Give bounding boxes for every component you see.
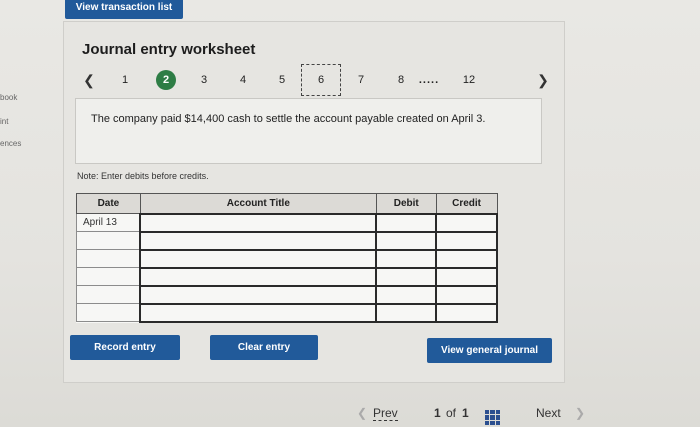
view-transaction-list-button[interactable]: View transaction list	[65, 0, 183, 19]
date-cell[interactable]	[76, 249, 141, 268]
note-text: Note: Enter debits before credits.	[77, 171, 209, 181]
journal-table: Date Account Title Debit Credit April 13	[76, 193, 498, 323]
page-7[interactable]: 7	[354, 68, 368, 92]
header-account-title: Account Title	[139, 193, 377, 214]
debit-input[interactable]	[375, 302, 438, 323]
debit-input[interactable]	[375, 212, 438, 233]
page-1[interactable]: 1	[118, 68, 132, 92]
chevron-left-icon[interactable]: ❮	[82, 68, 96, 92]
credit-input[interactable]	[435, 230, 498, 251]
page-4[interactable]: 4	[236, 68, 250, 92]
description-text: The company paid $14,400 cash to settle …	[91, 113, 486, 125]
table-row	[76, 302, 498, 323]
account-title-input[interactable]	[139, 212, 378, 233]
page-ellipsis: .....	[418, 74, 440, 86]
date-cell[interactable]: April 13	[76, 213, 141, 232]
table-row	[76, 266, 498, 287]
view-general-journal-button[interactable]: View general journal	[427, 338, 552, 363]
account-title-input[interactable]	[139, 284, 378, 305]
sidebar-item-print[interactable]: int	[0, 117, 8, 126]
sidebar: book int ences	[0, 0, 40, 427]
account-title-input[interactable]	[139, 266, 378, 287]
table-row: April 13	[76, 212, 498, 233]
table-row	[76, 230, 498, 251]
header-credit: Credit	[435, 193, 498, 214]
header-date: Date	[76, 193, 141, 214]
header-debit: Debit	[375, 193, 437, 214]
date-cell[interactable]	[76, 231, 141, 250]
debit-input[interactable]	[375, 230, 438, 251]
page-2-active[interactable]: 2	[156, 70, 176, 90]
credit-input[interactable]	[435, 212, 498, 233]
credit-input[interactable]	[435, 302, 498, 323]
table-row	[76, 284, 498, 305]
page-current: 1	[434, 406, 441, 420]
date-cell[interactable]	[76, 267, 141, 286]
page-navigator: ❮ 1 2 3 4 5 6 7 8 ..... 12 ❯	[0, 64, 700, 98]
account-title-input[interactable]	[139, 230, 378, 251]
page-6-current[interactable]: 6	[301, 64, 341, 96]
page-8[interactable]: 8	[394, 68, 408, 92]
page-3[interactable]: 3	[197, 68, 211, 92]
footer-nav: ❮ Prev 1 of 1 Next ❯	[0, 406, 700, 427]
next-button[interactable]: Next	[536, 406, 561, 420]
credit-input[interactable]	[435, 248, 498, 269]
chevron-right-icon: ❯	[575, 406, 586, 420]
prev-button[interactable]: Prev	[373, 406, 398, 421]
date-cell[interactable]	[76, 285, 141, 304]
chevron-left-icon: ❮	[357, 406, 368, 420]
chevron-right-icon[interactable]: ❯	[536, 68, 550, 92]
table-header-row: Date Account Title Debit Credit	[76, 193, 498, 214]
account-title-input[interactable]	[139, 302, 378, 323]
page-total: 1	[462, 406, 469, 420]
debit-input[interactable]	[375, 284, 438, 305]
record-entry-button[interactable]: Record entry	[70, 335, 180, 360]
sidebar-item-references[interactable]: ences	[0, 139, 21, 148]
clear-entry-button[interactable]: Clear entry	[210, 335, 318, 360]
date-cell[interactable]	[76, 303, 141, 322]
debit-input[interactable]	[375, 266, 438, 287]
page-of: of	[446, 406, 457, 420]
credit-input[interactable]	[435, 284, 498, 305]
credit-input[interactable]	[435, 266, 498, 287]
table-row	[76, 248, 498, 269]
page-12[interactable]: 12	[460, 68, 478, 92]
transaction-description: The company paid $14,400 cash to settle …	[75, 98, 542, 164]
page-5[interactable]: 5	[275, 68, 289, 92]
worksheet-title: Journal entry worksheet	[82, 41, 256, 58]
grid-icon[interactable]	[485, 410, 500, 425]
account-title-input[interactable]	[139, 248, 378, 269]
debit-input[interactable]	[375, 248, 438, 269]
